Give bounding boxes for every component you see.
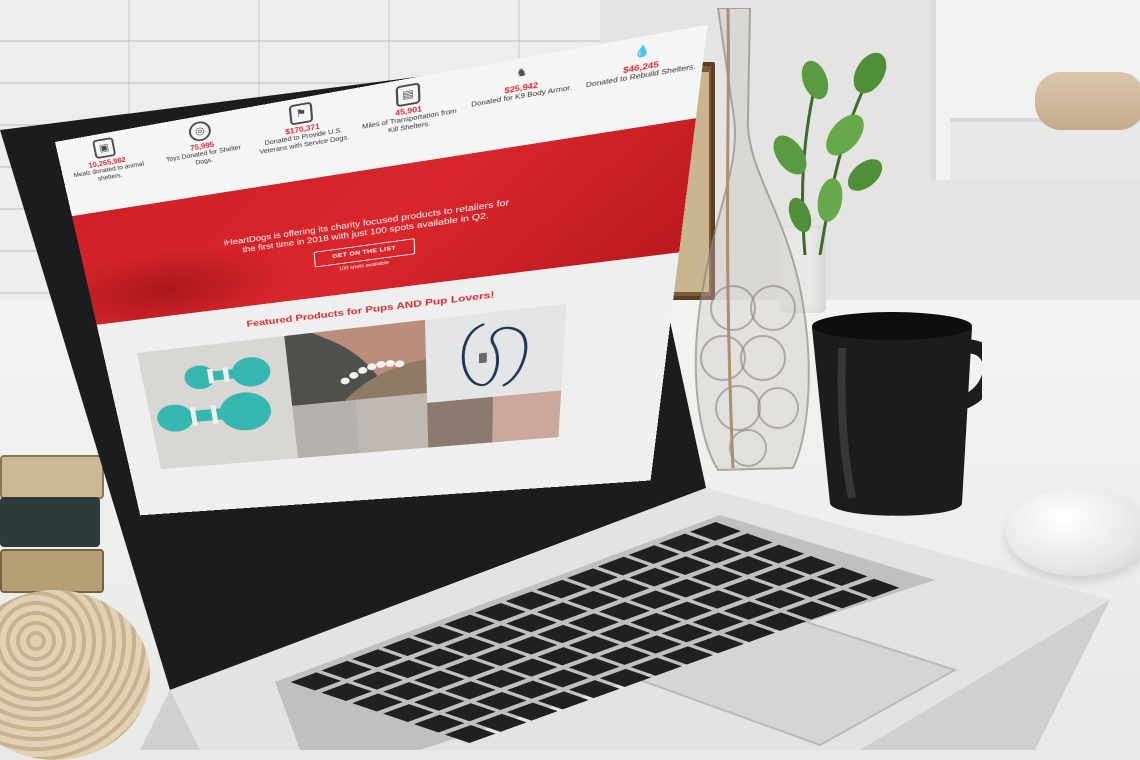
product-thumbnail[interactable]: [492, 390, 562, 443]
carrier-icon: ▤: [395, 82, 421, 108]
laptop-screen: ▣ 10,265,982 Meals donated to animal she…: [0, 0, 1140, 750]
bracelet-icon: [284, 319, 427, 406]
stat-toys: ◎ 75,995 Toys Donated for Shelter Dogs.: [153, 113, 255, 201]
product-thumbnail[interactable]: [427, 396, 493, 448]
product-bracelet[interactable]: [284, 319, 427, 406]
stat-veterans: ⚑ $170,371 Donated to Provide U.S. Veter…: [252, 95, 355, 187]
product-thumbnail[interactable]: [355, 393, 429, 454]
water-drop-icon: 💧: [633, 44, 652, 60]
food-bag-icon: ▣: [92, 136, 117, 160]
product-thumbnail[interactable]: [292, 399, 360, 459]
product-dog-toy[interactable]: [136, 336, 299, 470]
stat-meals: ▣ 10,265,982 Meals donated to animal she…: [59, 131, 160, 216]
flag-icon: ⚑: [288, 101, 314, 126]
leash-icon: [424, 303, 567, 403]
k9-dog-icon: ♞: [515, 66, 528, 80]
website: ▣ 10,265,982 Meals donated to animal she…: [55, 24, 708, 516]
ball-icon: ◎: [187, 119, 213, 143]
product-leash[interactable]: [424, 303, 567, 403]
dental-toy-icon: [136, 336, 299, 470]
